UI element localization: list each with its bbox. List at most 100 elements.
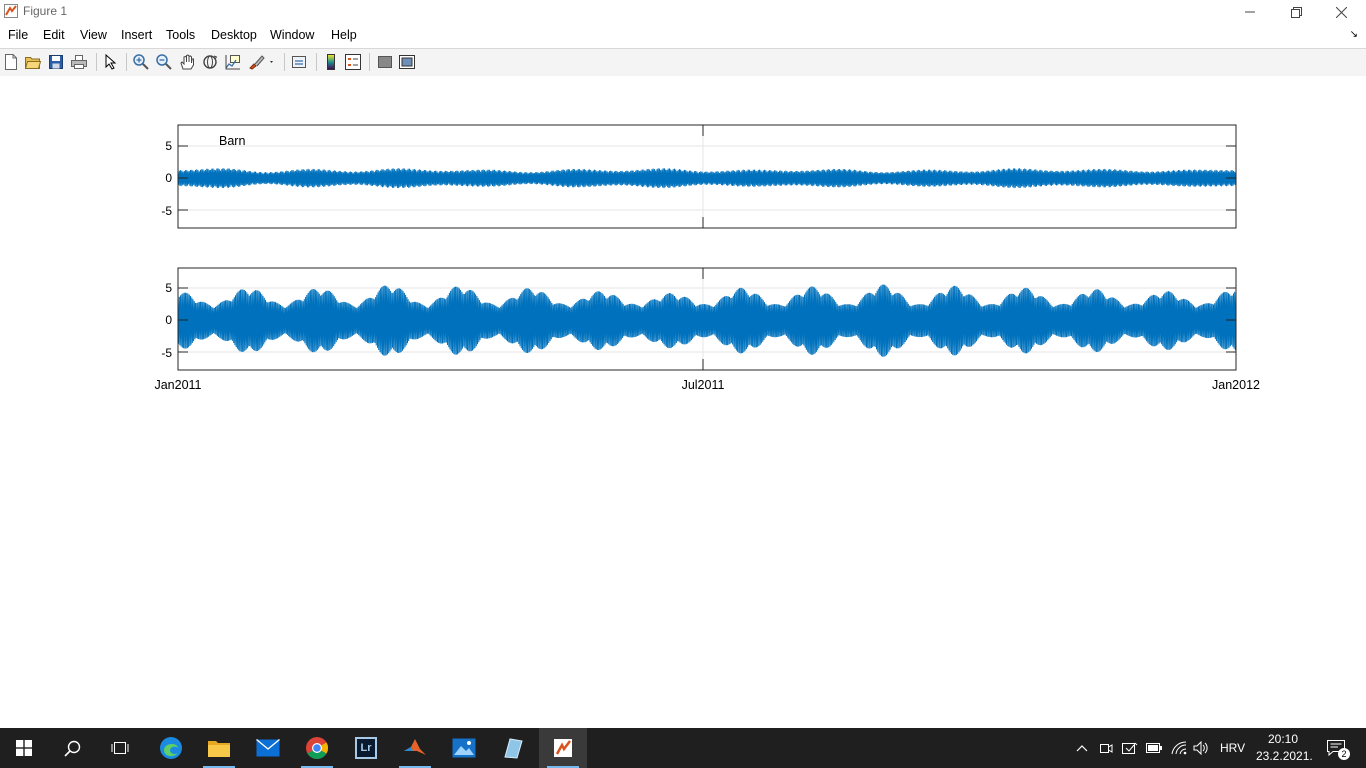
notification-center-button[interactable]: 2 bbox=[1322, 728, 1350, 768]
start-button[interactable] bbox=[0, 728, 48, 768]
ytick-label-top-0: 0 bbox=[165, 171, 172, 185]
new-figure-button[interactable] bbox=[2, 53, 20, 71]
lightroom-label: Lr bbox=[360, 742, 372, 754]
mail-icon bbox=[256, 739, 280, 757]
insert-legend-icon bbox=[345, 54, 361, 70]
save-icon bbox=[49, 55, 63, 69]
lightroom-icon: Lr bbox=[355, 737, 377, 759]
matlab-figure-icon bbox=[554, 739, 572, 757]
toolbar-separator bbox=[369, 53, 370, 71]
security-icon bbox=[1122, 742, 1138, 754]
menu-desktop[interactable]: Desktop bbox=[211, 28, 257, 42]
chrome-icon bbox=[306, 737, 328, 759]
zoom-in-button[interactable] bbox=[132, 53, 150, 71]
chevron-up-icon bbox=[1076, 745, 1088, 752]
menu-file[interactable]: File bbox=[8, 28, 28, 42]
xtick-label-jan2012: Jan2012 bbox=[1212, 378, 1260, 392]
show-hidden-icons-button[interactable] bbox=[1072, 728, 1092, 768]
insert-colorbar-button[interactable] bbox=[322, 53, 340, 71]
ytick-label-top-neg5: -5 bbox=[161, 204, 172, 218]
edit-plot-pointer-icon bbox=[105, 54, 117, 70]
meet-now-icon bbox=[1100, 744, 1113, 753]
menu-edit[interactable]: Edit bbox=[43, 28, 65, 42]
xtick-label-jan2011: Jan2011 bbox=[154, 378, 201, 392]
dock-arrow-icon[interactable]: ↘ bbox=[1350, 29, 1358, 40]
taskbar-edge[interactable] bbox=[147, 728, 195, 768]
toolbar-separator bbox=[126, 53, 127, 71]
brush-icon bbox=[249, 55, 273, 70]
close-button[interactable] bbox=[1318, 0, 1364, 24]
show-plot-tools-icon bbox=[399, 55, 415, 69]
close-icon bbox=[1335, 6, 1347, 18]
photos-icon bbox=[452, 738, 476, 758]
taskbar-file-explorer[interactable] bbox=[195, 728, 243, 768]
taskbar-matlab-figure[interactable] bbox=[539, 728, 587, 768]
search-icon bbox=[63, 740, 80, 757]
menu-tools[interactable]: Tools bbox=[166, 28, 195, 42]
open-file-button[interactable] bbox=[24, 53, 42, 71]
ytick-label-bottom-0: 0 bbox=[165, 313, 172, 327]
windows-start-icon bbox=[16, 740, 32, 756]
ytick-label-bottom-neg5: -5 bbox=[161, 346, 172, 360]
print-icon bbox=[71, 55, 87, 69]
save-button[interactable] bbox=[47, 53, 65, 71]
axes-top[interactable]: 5 0 -5 Barn bbox=[161, 124, 1237, 229]
notification-count: 2 bbox=[1338, 748, 1350, 760]
pan-button[interactable] bbox=[178, 53, 196, 71]
print-button[interactable] bbox=[70, 53, 88, 71]
clock-date[interactable]: 23.2.2021. bbox=[1256, 749, 1313, 763]
search-button[interactable] bbox=[48, 728, 96, 768]
language-indicator[interactable]: HRV bbox=[1220, 741, 1245, 755]
ytick-label-top-5: 5 bbox=[165, 139, 172, 153]
tray-wifi[interactable] bbox=[1169, 728, 1189, 768]
minimize-button[interactable] bbox=[1227, 0, 1273, 24]
clock-time[interactable]: 20:10 bbox=[1268, 732, 1298, 746]
menu-insert[interactable]: Insert bbox=[121, 28, 152, 42]
new-figure-icon bbox=[5, 54, 17, 70]
menu-bar: File Edit View Insert Tools Desktop Wind… bbox=[0, 24, 1366, 46]
ytick-label-bottom-5: 5 bbox=[165, 281, 172, 295]
show-plot-tools-button[interactable] bbox=[398, 53, 416, 71]
hide-plot-tools-button[interactable] bbox=[376, 53, 394, 71]
legend-barn: Barn bbox=[219, 134, 245, 148]
app-icon bbox=[504, 738, 523, 759]
link-plot-icon bbox=[292, 56, 306, 68]
window-title: Figure 1 bbox=[23, 4, 68, 18]
minimize-icon bbox=[1245, 11, 1255, 13]
insert-colorbar-icon bbox=[327, 54, 335, 70]
taskbar-app[interactable] bbox=[489, 728, 537, 768]
figure-plots: 5 0 -5 Barn 5 0 -5 Jan2011 Jul2011 Jan20… bbox=[154, 124, 1260, 392]
taskbar-mail[interactable] bbox=[244, 728, 292, 768]
menu-view[interactable]: View bbox=[80, 28, 107, 42]
hide-plot-tools-icon bbox=[378, 56, 392, 68]
toolbar-separator bbox=[316, 53, 317, 71]
battery-icon bbox=[1146, 743, 1162, 753]
edit-plot-button[interactable] bbox=[102, 53, 120, 71]
data-cursor-button[interactable] bbox=[224, 53, 242, 71]
file-explorer-icon bbox=[208, 741, 230, 757]
taskbar-lightroom[interactable]: Lr bbox=[342, 728, 390, 768]
taskbar-photos[interactable] bbox=[440, 728, 488, 768]
xtick-label-jul2011: Jul2011 bbox=[682, 378, 725, 392]
volume-icon bbox=[1193, 741, 1208, 755]
restore-icon bbox=[1290, 6, 1302, 18]
brush-button[interactable] bbox=[247, 53, 277, 71]
toolbar-separator bbox=[284, 53, 285, 71]
restore-button[interactable] bbox=[1273, 0, 1319, 24]
tray-battery[interactable] bbox=[1144, 728, 1164, 768]
zoom-out-button[interactable] bbox=[155, 53, 173, 71]
tray-volume[interactable] bbox=[1191, 728, 1211, 768]
rotate-3d-button[interactable] bbox=[201, 53, 219, 71]
task-view-button[interactable] bbox=[96, 728, 144, 768]
rotate-3d-icon bbox=[203, 55, 218, 69]
tray-meet-now[interactable] bbox=[1096, 728, 1116, 768]
axes-bottom[interactable]: 5 0 -5 Jan2011 Jul2011 Jan2012 bbox=[154, 267, 1260, 392]
menu-window[interactable]: Window bbox=[270, 28, 314, 42]
link-plot-button[interactable] bbox=[290, 53, 308, 71]
zoom-in-icon bbox=[133, 54, 149, 70]
menu-help[interactable]: Help bbox=[331, 28, 357, 42]
taskbar-matlab[interactable] bbox=[391, 728, 439, 768]
taskbar-chrome[interactable] bbox=[293, 728, 341, 768]
tray-security[interactable] bbox=[1120, 728, 1140, 768]
insert-legend-button[interactable] bbox=[344, 53, 362, 71]
